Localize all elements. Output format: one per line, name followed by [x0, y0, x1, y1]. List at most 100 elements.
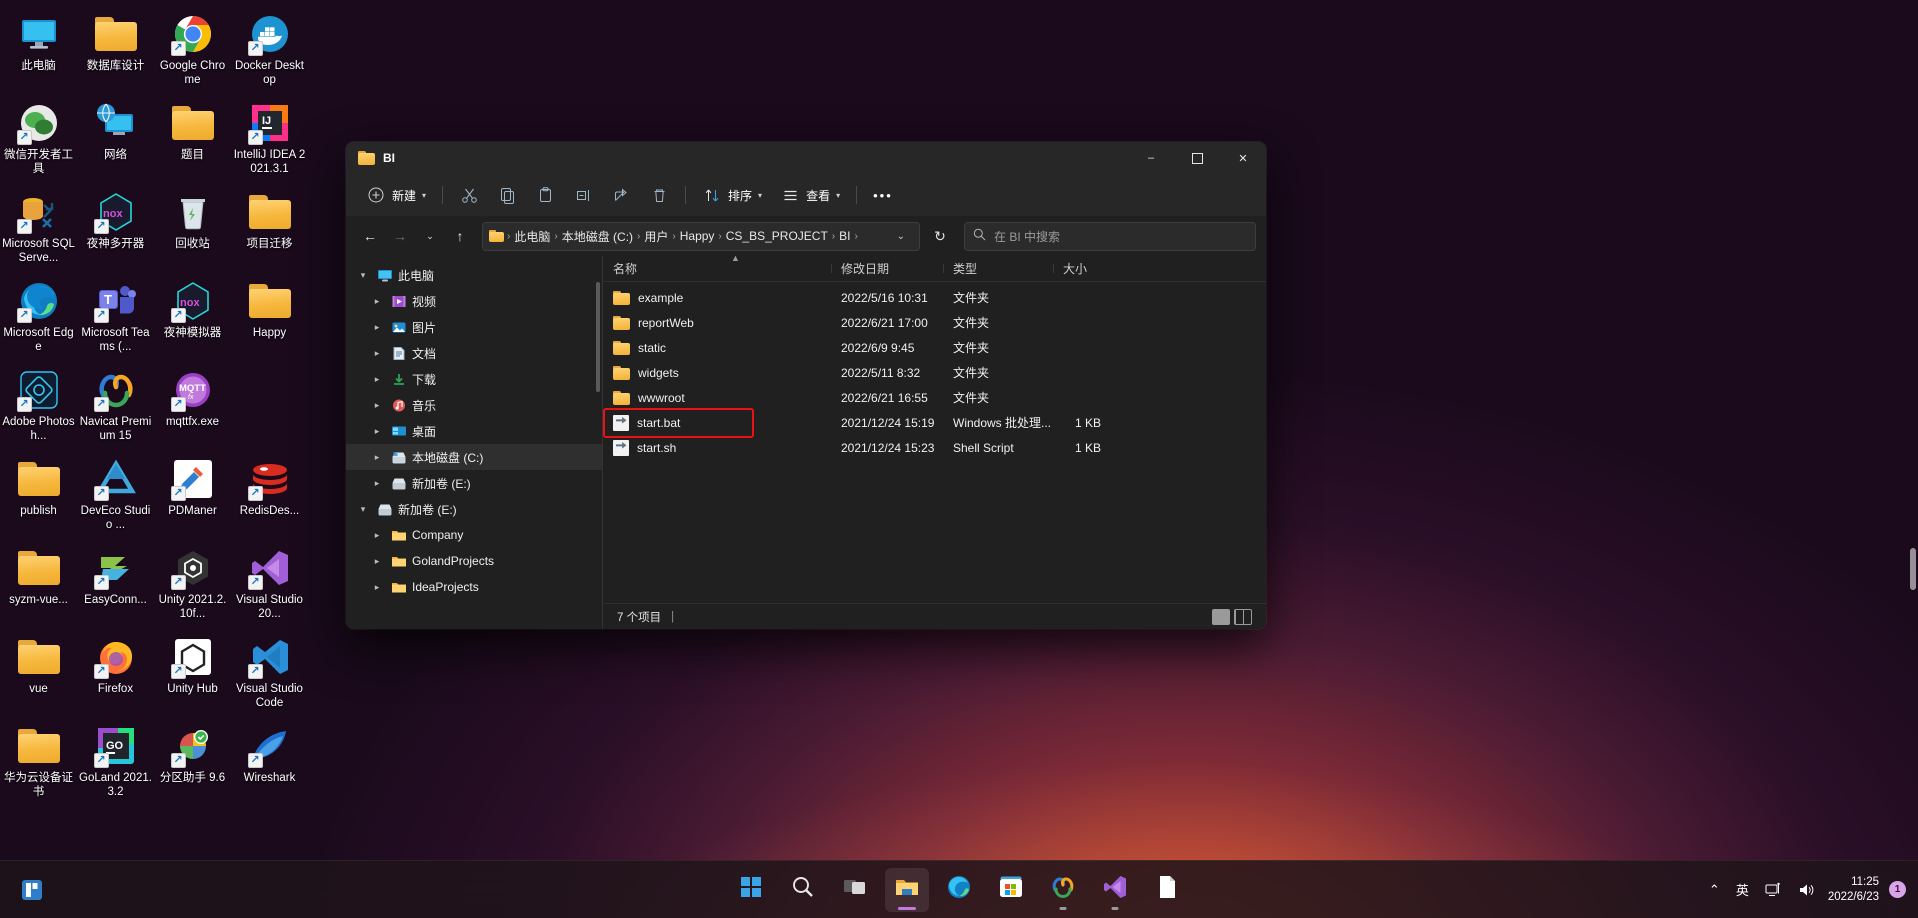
- nav-tree-item[interactable]: ▸ 桌面: [346, 418, 602, 444]
- nav-scrollbar[interactable]: [596, 282, 600, 392]
- nav-tree-item[interactable]: ▾ 此电脑: [346, 262, 602, 288]
- edge-button[interactable]: [937, 868, 981, 912]
- refresh-button[interactable]: ↻: [926, 222, 954, 250]
- up-button[interactable]: ↑: [446, 222, 474, 250]
- desktop-icon[interactable]: Microsoft Edge: [0, 273, 77, 362]
- ime-indicator[interactable]: 英: [1729, 871, 1756, 909]
- desktop-icon[interactable]: GO GoLand 2021.3.2: [77, 718, 154, 807]
- chevron-right-icon[interactable]: ▸: [368, 426, 386, 437]
- chevron-right-icon[interactable]: ▸: [368, 452, 386, 463]
- nav-tree-item[interactable]: ▸ 本地磁盘 (C:): [346, 444, 602, 470]
- network-icon[interactable]: [1758, 871, 1789, 909]
- desktop-icon[interactable]: Visual Studio Code: [231, 629, 308, 718]
- breadcrumb-item[interactable]: Happy: [677, 229, 718, 243]
- visual-studio-button[interactable]: [1093, 868, 1137, 912]
- breadcrumb-item[interactable]: 本地磁盘 (C:): [559, 228, 636, 245]
- chevron-right-icon[interactable]: ▸: [368, 322, 386, 333]
- desktop-icon[interactable]: DevEco Studio ...: [77, 451, 154, 540]
- desktop-icon[interactable]: Wireshark: [231, 718, 308, 807]
- nav-tree-item[interactable]: ▸ Company: [346, 522, 602, 548]
- window-title-bar[interactable]: BI – ✕: [346, 142, 1266, 174]
- details-view-toggle[interactable]: [1212, 608, 1230, 625]
- clock[interactable]: 11:25 2022/6/23: [1824, 875, 1887, 905]
- desktop-icon[interactable]: 此电脑: [0, 6, 77, 95]
- desktop-icon[interactable]: MQTTfx mqttfx.exe: [154, 362, 231, 451]
- desktop-icon[interactable]: EasyConn...: [77, 540, 154, 629]
- recent-locations-button[interactable]: ⌄: [416, 222, 444, 250]
- maximize-button[interactable]: [1174, 142, 1220, 174]
- close-button[interactable]: ✕: [1220, 142, 1266, 174]
- breadcrumb[interactable]: › 此电脑 › 本地磁盘 (C:) › 用户 › Happy › CS_BS_PROJECT › B…: [482, 221, 920, 251]
- desktop-icon[interactable]: nox 夜神多开器: [77, 184, 154, 273]
- navicat-button[interactable]: [1041, 868, 1085, 912]
- chevron-right-icon[interactable]: ▸: [368, 296, 386, 307]
- desktop-icon[interactable]: nox 夜神模拟器: [154, 273, 231, 362]
- chevron-right-icon[interactable]: ▸: [368, 374, 386, 385]
- desktop-icon[interactable]: 数据库设计: [77, 6, 154, 95]
- desktop-icon[interactable]: Docker Desktop: [231, 6, 308, 95]
- desktop-icon[interactable]: publish: [0, 451, 77, 540]
- rename-button[interactable]: [565, 180, 601, 210]
- nav-tree-item[interactable]: ▸ 视频: [346, 288, 602, 314]
- desktop-icon[interactable]: Navicat Premium 15: [77, 362, 154, 451]
- more-options-button[interactable]: •••: [865, 180, 901, 210]
- table-row[interactable]: reportWeb 2022/6/21 17:00 文件夹: [603, 310, 1266, 335]
- column-header-date[interactable]: 修改日期: [831, 260, 943, 277]
- delete-button[interactable]: [641, 180, 677, 210]
- desktop-icon[interactable]: PDManer: [154, 451, 231, 540]
- sort-button[interactable]: 排序 ▾: [694, 180, 770, 210]
- nav-tree-item[interactable]: ▸ 新加卷 (E:): [346, 470, 602, 496]
- desktop-icon[interactable]: Unity 2021.2.10f...: [154, 540, 231, 629]
- column-header-type[interactable]: 类型: [943, 260, 1053, 277]
- chevron-down-icon[interactable]: ▾: [354, 504, 372, 515]
- desktop-icon[interactable]: 分区助手 9.6: [154, 718, 231, 807]
- desktop-icon[interactable]: RedisDes...: [231, 451, 308, 540]
- table-row[interactable]: static 2022/6/9 9:45 文件夹: [603, 335, 1266, 360]
- nav-tree-item[interactable]: ▾ 新加卷 (E:): [346, 496, 602, 522]
- desktop-icon[interactable]: 题目: [154, 95, 231, 184]
- new-button[interactable]: 新建 ▾: [358, 180, 434, 210]
- task-view-button[interactable]: [833, 868, 877, 912]
- table-row[interactable]: wwwroot 2022/6/21 16:55 文件夹: [603, 385, 1266, 410]
- desktop-icon[interactable]: Unity Hub: [154, 629, 231, 718]
- notification-badge[interactable]: 1: [1889, 881, 1906, 898]
- column-header-size[interactable]: 大小: [1053, 260, 1123, 277]
- desktop-icon[interactable]: Firefox: [77, 629, 154, 718]
- table-row[interactable]: example 2022/5/16 10:31 文件夹: [603, 285, 1266, 310]
- copy-button[interactable]: [489, 180, 525, 210]
- share-button[interactable]: [603, 180, 639, 210]
- desktop-icon[interactable]: vue: [0, 629, 77, 718]
- file-explorer-button[interactable]: [885, 867, 929, 912]
- chevron-right-icon[interactable]: ▸: [368, 556, 386, 567]
- address-dropdown-icon[interactable]: ⌄: [889, 231, 913, 242]
- column-header-name[interactable]: 名称: [603, 260, 831, 277]
- nav-tree-item[interactable]: ▸ 文档: [346, 340, 602, 366]
- chevron-right-icon[interactable]: ▸: [368, 400, 386, 411]
- tray-overflow-button[interactable]: ⌃: [1702, 871, 1727, 909]
- chevron-right-icon[interactable]: ▸: [368, 530, 386, 541]
- chevron-right-icon[interactable]: ▸: [368, 348, 386, 359]
- breadcrumb-item[interactable]: 用户: [641, 228, 671, 245]
- chevron-right-icon[interactable]: ▸: [368, 582, 386, 593]
- table-row[interactable]: widgets 2022/5/11 8:32 文件夹: [603, 360, 1266, 385]
- paste-button[interactable]: [527, 180, 563, 210]
- nav-tree-item[interactable]: ▸ GolandProjects: [346, 548, 602, 574]
- desktop-icon[interactable]: IJ IntelliJ IDEA 2021.3.1: [231, 95, 308, 184]
- forward-button[interactable]: →: [386, 222, 414, 250]
- desktop-icon[interactable]: 华为云设备证书: [0, 718, 77, 807]
- pinned-app-button[interactable]: [10, 868, 54, 912]
- desktop-icon[interactable]: Google Chrome: [154, 6, 231, 95]
- store-button[interactable]: [989, 868, 1033, 912]
- breadcrumb-item[interactable]: 此电脑: [511, 228, 553, 245]
- volume-icon[interactable]: [1791, 871, 1822, 909]
- minimize-button[interactable]: –: [1128, 142, 1174, 174]
- desktop-icon[interactable]: 网络: [77, 95, 154, 184]
- nav-tree-item[interactable]: ▸ 下载: [346, 366, 602, 392]
- desktop-icon[interactable]: syzm-vue...: [0, 540, 77, 629]
- desktop-icon[interactable]: T Microsoft Teams (...: [77, 273, 154, 362]
- desktop-icon[interactable]: Happy: [231, 273, 308, 362]
- table-row[interactable]: start.bat 2021/12/24 15:19 Windows 批处理... 1…: [603, 410, 1266, 435]
- back-button[interactable]: ←: [356, 222, 384, 250]
- chevron-down-icon[interactable]: ▾: [354, 270, 372, 281]
- start-button[interactable]: [729, 868, 773, 912]
